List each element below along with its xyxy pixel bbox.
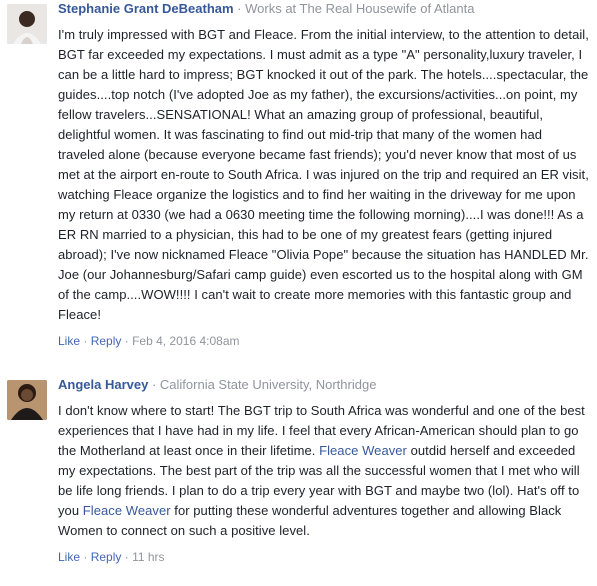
author-name[interactable]: Stephanie Grant DeBeatham bbox=[58, 1, 234, 16]
avatar[interactable] bbox=[7, 380, 47, 420]
mention-link[interactable]: Fleace Weaver bbox=[319, 443, 407, 458]
comment-actions: Like · Reply · 11 hrs bbox=[58, 549, 590, 565]
separator: · bbox=[83, 550, 88, 564]
comment-header: Angela Harvey · California State Univers… bbox=[58, 376, 590, 394]
comment-header: Stephanie Grant DeBeatham · Works at The… bbox=[58, 0, 590, 18]
author-work: California State University, Northridge bbox=[159, 377, 377, 392]
comment-text: I don't know where to start! The BGT tri… bbox=[58, 401, 590, 541]
timestamp[interactable]: Feb 4, 2016 4:08am bbox=[132, 334, 239, 348]
profile-photo-icon bbox=[7, 380, 47, 420]
separator: · bbox=[151, 377, 160, 392]
avatar[interactable] bbox=[7, 4, 47, 44]
timestamp[interactable]: 11 hrs bbox=[132, 550, 164, 564]
author-work: Works at The Real Housewife of Atlanta bbox=[245, 1, 475, 16]
comment-content: Stephanie Grant DeBeatham · Works at The… bbox=[58, 0, 590, 349]
comment-text: I'm truly impressed with BGT and Fleace.… bbox=[58, 27, 589, 322]
author-name[interactable]: Angela Harvey bbox=[58, 377, 148, 392]
separator: · bbox=[237, 1, 246, 16]
separator: · bbox=[124, 550, 129, 564]
like-link[interactable]: Like bbox=[58, 334, 80, 348]
comment-content: Angela Harvey · California State Univers… bbox=[58, 376, 590, 565]
like-link[interactable]: Like bbox=[58, 550, 80, 564]
reply-link[interactable]: Reply bbox=[91, 550, 122, 564]
separator: · bbox=[83, 334, 88, 348]
comment-actions: Like · Reply · Feb 4, 2016 4:08am bbox=[58, 333, 590, 349]
separator: · bbox=[124, 334, 129, 348]
reply-link[interactable]: Reply bbox=[91, 334, 122, 348]
profile-photo-icon bbox=[7, 4, 47, 44]
mention-link[interactable]: Fleace Weaver bbox=[83, 503, 171, 518]
